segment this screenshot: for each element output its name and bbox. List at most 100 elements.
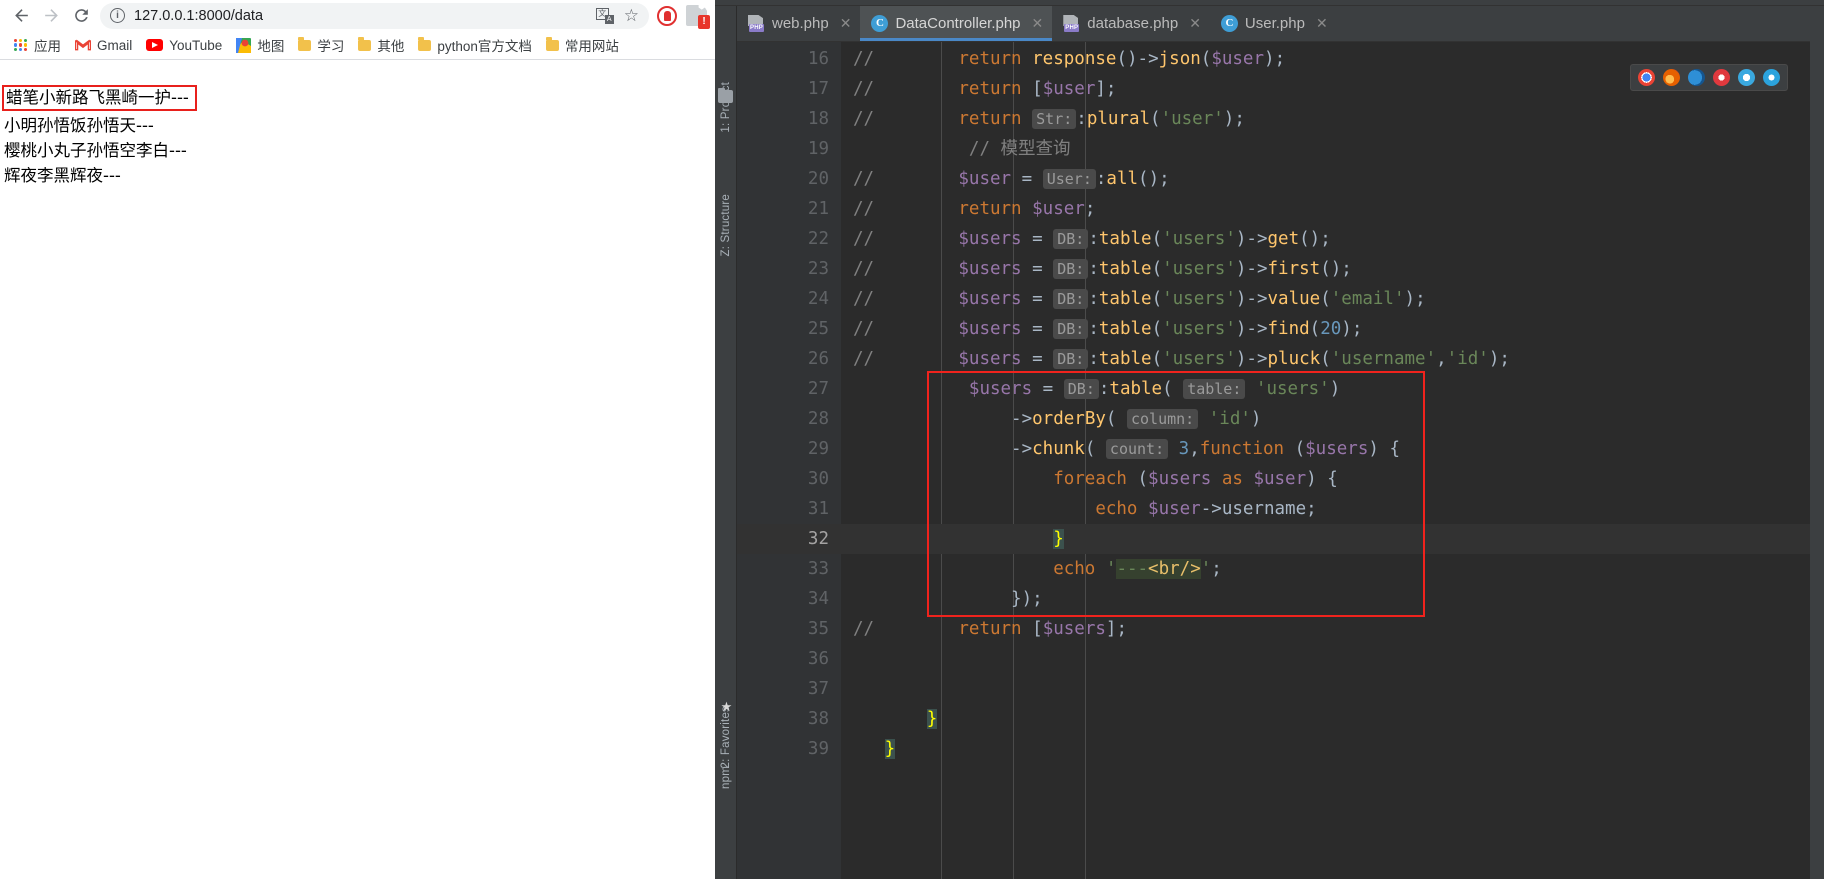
code-line[interactable]: $users = DB::table( table: 'users') <box>841 374 1810 404</box>
output-line: 小明孙悟饭孙悟天--- <box>4 116 154 135</box>
back-button[interactable] <box>6 1 36 31</box>
code-line[interactable]: }); <box>841 584 1810 614</box>
line-number: 22 <box>807 229 829 249</box>
code-line[interactable] <box>841 644 1810 674</box>
code-line[interactable]: } <box>841 704 1810 734</box>
browser-window: i 127.0.0.1:8000/data 文A ☆ ! 应用 Gmail Yo… <box>0 0 715 879</box>
close-icon[interactable]: ✕ <box>1316 15 1328 32</box>
ide-tool-sidebar: 1: Project Z: Structure 2: Favorites ★ n… <box>715 6 737 879</box>
reload-button[interactable] <box>66 1 96 31</box>
bookmark-folder-python-docs[interactable]: python官方文档 <box>412 33 540 57</box>
code-editor[interactable]: 16 17 18 19 20 21 22 23 24 25 26 27 28 29 30 31 32 33 34 35… <box>737 42 1810 879</box>
bookmark-folder-other[interactable]: 其他 <box>352 33 412 57</box>
bookmark-folder-study[interactable]: 学习 <box>292 33 352 57</box>
code-line[interactable] <box>841 674 1810 704</box>
sidebar-item-favorites[interactable]: 2: Favorites <box>720 706 732 768</box>
sidebar-item-structure[interactable]: Z: Structure <box>720 194 732 256</box>
folder-icon <box>545 37 559 51</box>
code-line[interactable]: } <box>841 734 1810 764</box>
gmail-icon <box>75 39 91 51</box>
code-line[interactable]: // return Str::plural('user'); <box>841 104 1810 134</box>
line-number: 23 <box>807 259 829 279</box>
line-number: 39 <box>737 734 855 764</box>
close-icon[interactable]: ✕ <box>840 15 852 32</box>
code-line[interactable]: // $users = DB::table('users')->pluck('u… <box>841 344 1810 374</box>
sidebar-item-npm[interactable]: npm <box>720 766 732 789</box>
forward-button[interactable] <box>36 1 66 31</box>
line-number: 35 <box>807 619 829 639</box>
safari-icon[interactable] <box>1738 69 1755 86</box>
output-line-highlighted: 蜡笔小新路飞黑崎一护--- <box>2 85 197 111</box>
extension-icons: ! <box>657 5 710 29</box>
favorites-star-icon[interactable]: ★ <box>719 700 734 713</box>
code-line[interactable]: // $users = DB::table('users')->get(); <box>841 224 1810 254</box>
line-number: 24 <box>807 289 829 309</box>
close-icon[interactable]: ✕ <box>1189 15 1201 32</box>
code-line[interactable]: ->chunk( count: 3,function ($users) { <box>841 434 1810 464</box>
extension-badge: ! <box>698 15 710 29</box>
tab-label: web.php <box>772 15 829 32</box>
code-line[interactable]: // $users = DB::table('users')->value('e… <box>841 284 1810 314</box>
explorer-icon[interactable] <box>1763 69 1780 86</box>
code-line[interactable]: foreach ($users as $user) { <box>841 464 1810 494</box>
tab-web-php[interactable]: PHP web.php ✕ <box>737 6 861 41</box>
arrow-right-icon <box>44 9 58 22</box>
tab-datacontroller-php[interactable]: C DataController.php ✕ <box>860 6 1053 41</box>
line-number: 31 <box>807 499 829 519</box>
php-file-icon: PHP <box>748 15 765 32</box>
edge-icon[interactable] <box>1688 69 1705 86</box>
tab-user-php[interactable]: C User.php ✕ <box>1209 6 1337 41</box>
bookmark-label: 学习 <box>317 39 345 54</box>
line-number: 38 <box>737 704 855 734</box>
code-line[interactable]: // $users = DB::table('users')->find(20)… <box>841 314 1810 344</box>
line-number: 20 <box>807 169 829 189</box>
code-line[interactable]: // return [$users]; <box>841 614 1810 644</box>
bookmark-folder-common-sites[interactable]: 常用网站 <box>540 33 627 57</box>
line-number: 25 <box>807 319 829 339</box>
folder-icon <box>358 37 372 51</box>
editor-right-gutter <box>1810 6 1824 879</box>
close-icon[interactable]: ✕ <box>1032 15 1044 32</box>
line-number: 33 <box>807 559 829 579</box>
bookmark-star-icon[interactable]: ☆ <box>624 7 639 24</box>
tab-label: database.php <box>1087 15 1179 32</box>
bookmark-gmail[interactable]: Gmail <box>69 36 140 55</box>
code-line[interactable]: // 模型查询 <box>841 134 1810 164</box>
code-area[interactable]: // return response()->json($user);// ret… <box>841 42 1810 879</box>
adblock-extension-icon[interactable] <box>657 5 677 26</box>
bookmark-youtube[interactable]: YouTube <box>140 36 230 55</box>
ide-body: 1: Project Z: Structure 2: Favorites ★ n… <box>715 6 1824 879</box>
code-line[interactable]: // return $user; <box>841 194 1810 224</box>
tab-database-php[interactable]: PHP database.php ✕ <box>1052 6 1210 41</box>
bookmark-maps[interactable]: 地图 <box>230 33 292 57</box>
line-number: 21 <box>807 199 829 219</box>
bookmarks-bar: 应用 Gmail YouTube 地图 学习 其他 python官方文档 常用网… <box>0 31 715 60</box>
ide-main: PHP web.php ✕ C DataController.php ✕ PHP… <box>737 6 1810 879</box>
translate-icon[interactable]: 文A <box>595 7 614 24</box>
code-line[interactable]: ->orderBy( column: 'id') <box>841 404 1810 434</box>
code-line[interactable]: // $users = DB::table('users')->first(); <box>841 254 1810 284</box>
folder-icon <box>418 37 432 51</box>
opera-icon[interactable] <box>1713 69 1730 86</box>
php-file-icon: PHP <box>1063 15 1080 32</box>
address-bar[interactable]: i 127.0.0.1:8000/data 文A ☆ <box>100 2 649 29</box>
line-number: 36 <box>807 649 829 669</box>
page-content: 蜡笔小新路飞黑崎一护--- 小明孙悟饭孙悟天--- 樱桃小丸子孙悟空李白--- … <box>0 61 715 879</box>
puzzle-extension-icon[interactable]: ! <box>686 5 710 29</box>
bookmark-apps[interactable]: 应用 <box>8 33 69 57</box>
project-folder-icon[interactable] <box>718 87 733 103</box>
editor-tab-bar: PHP web.php ✕ C DataController.php ✕ PHP… <box>737 6 1810 42</box>
code-line[interactable]: echo '---<br/>'; <box>841 554 1810 584</box>
code-line[interactable]: echo $user->username; <box>841 494 1810 524</box>
browser-toolbar: i 127.0.0.1:8000/data 文A ☆ ! <box>0 0 715 31</box>
code-line[interactable]: } <box>841 524 1810 554</box>
omnibox-actions: 文A ☆ <box>588 7 639 24</box>
site-info-icon[interactable]: i <box>110 8 125 23</box>
line-number: 17 <box>807 79 829 99</box>
line-number: 26 <box>737 344 855 374</box>
line-number: 32 <box>737 524 855 554</box>
firefox-icon[interactable] <box>1663 69 1680 86</box>
code-line[interactable]: // $user = User::all(); <box>841 164 1810 194</box>
chrome-icon[interactable] <box>1638 69 1655 86</box>
line-number-gutter: 16 17 18 19 20 21 22 23 24 25 26 27 28 29 30 31 32 33 34 35… <box>737 42 855 879</box>
